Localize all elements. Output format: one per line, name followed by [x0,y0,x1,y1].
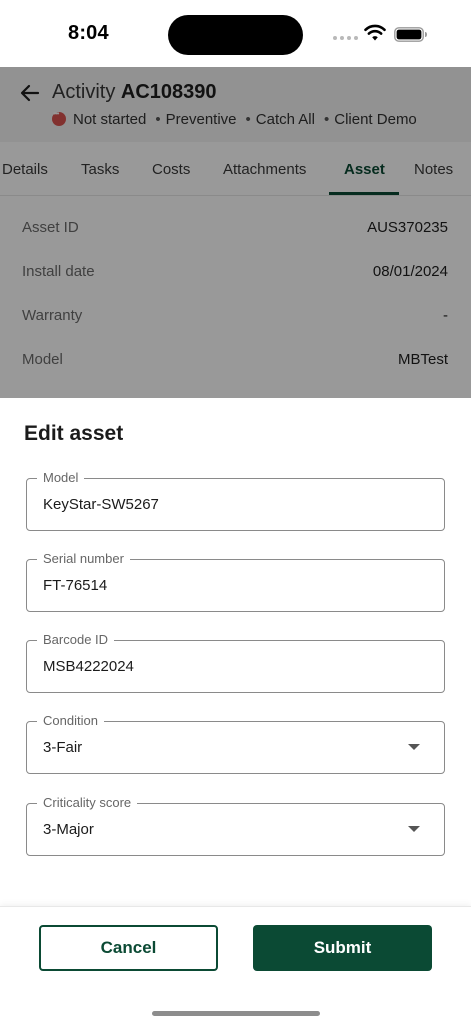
submit-button[interactable]: Submit [253,925,432,971]
dropdown-caret-icon[interactable] [408,744,420,750]
status-bar: 8:04 [0,0,471,67]
home-indicator[interactable] [152,1011,320,1016]
status-time: 8:04 [68,22,109,44]
wifi-icon [364,24,386,41]
sheet-title: Edit asset [24,422,124,445]
condition-select-label: Condition [37,713,104,728]
condition-select-value[interactable]: 3-Fair [43,739,82,756]
serial-number-field-value[interactable]: FT-76514 [43,577,107,594]
model-field-label: Model [37,470,85,485]
dynamic-island [168,15,303,55]
model-field-value[interactable]: KeyStar-SW5267 [43,496,159,513]
serial-number-field[interactable]: Serial number FT-76514 [26,551,445,612]
model-field[interactable]: Model KeyStar-SW5267 [26,470,445,531]
barcode-id-field[interactable]: Barcode ID MSB4222024 [26,632,445,693]
cellular-signal-icon [333,36,358,42]
serial-number-field-label: Serial number [37,551,130,566]
dropdown-caret-icon[interactable] [408,826,420,832]
battery-icon [394,27,427,42]
condition-select[interactable]: Condition 3-Fair [26,713,445,774]
criticality-score-select-value[interactable]: 3-Major [43,821,94,838]
criticality-score-select-label: Criticality score [37,795,138,810]
cancel-button[interactable]: Cancel [39,925,218,971]
criticality-score-select[interactable]: Criticality score 3-Major [26,795,445,856]
modal-scrim[interactable] [0,67,471,400]
action-footer: Cancel Submit [0,906,471,1024]
barcode-id-field-label: Barcode ID [37,632,115,647]
barcode-id-field-value[interactable]: MSB4222024 [43,658,134,675]
